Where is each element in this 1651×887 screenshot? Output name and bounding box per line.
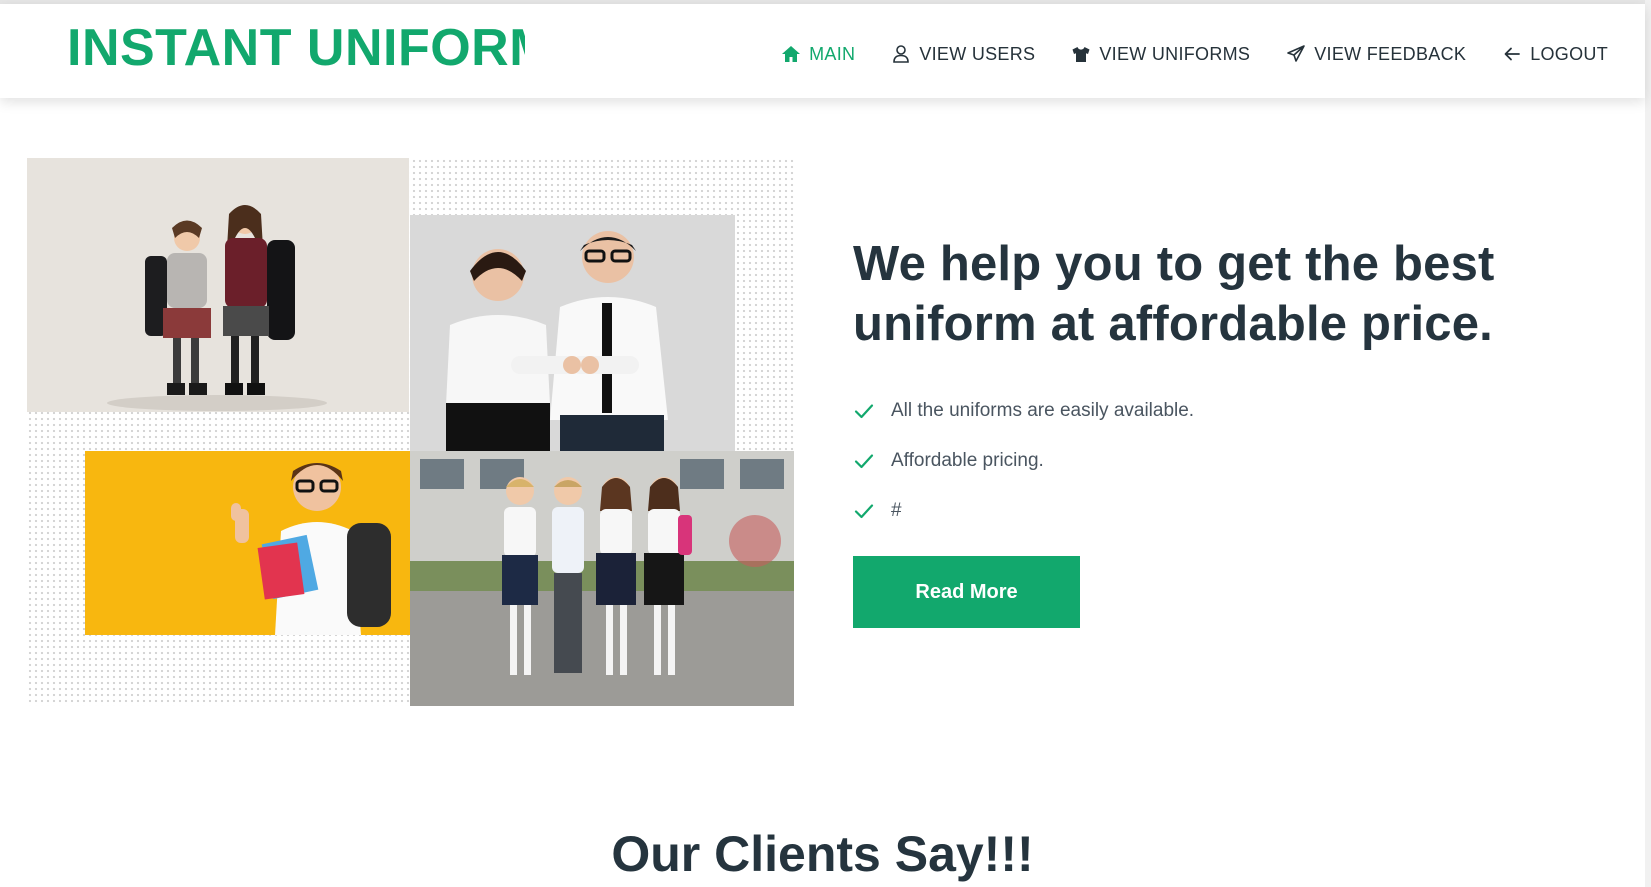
check-icon <box>853 400 875 422</box>
brand-logo[interactable]: INSTANT UNIFORM <box>67 20 525 76</box>
nav-item-view-feedback[interactable]: VIEW FEEDBACK <box>1286 40 1466 68</box>
photo-boy-with-books <box>85 451 410 635</box>
feature-text: # <box>891 500 902 521</box>
photo-two-girls-in-coats <box>27 158 409 412</box>
photo-boy-and-girl-fist-bump <box>410 215 735 451</box>
read-more-button[interactable]: Read More <box>853 556 1080 628</box>
nav-item-label: VIEW UNIFORMS <box>1099 43 1251 64</box>
home-icon <box>781 44 801 64</box>
main-menu: MAIN VIEW USERS VIEW UNIFORMS VIEW FEEDB… <box>781 40 1608 68</box>
nav-item-label: VIEW FEEDBACK <box>1314 43 1467 64</box>
feature-list: All the uniforms are easily available. A… <box>853 386 1573 536</box>
feature-text: All the uniforms are easily available. <box>891 400 1195 421</box>
navbar: INSTANT UNIFORM MAIN VIEW USERS VIEW UNI… <box>0 4 1645 98</box>
window-scroll-edge <box>1645 0 1651 887</box>
arrow-left-icon <box>1502 44 1522 64</box>
nav-item-main[interactable]: MAIN <box>781 40 855 68</box>
nav-item-label: MAIN <box>809 43 856 64</box>
clients-section-title: Our Clients Say!!! <box>611 826 1034 882</box>
tshirt-icon <box>1071 44 1091 64</box>
nav-item-view-uniforms[interactable]: VIEW UNIFORMS <box>1071 40 1250 68</box>
photo-four-kids-outside-school <box>410 451 794 706</box>
check-icon <box>853 450 875 472</box>
check-icon <box>853 500 875 522</box>
uniform-photo-collage <box>27 158 794 706</box>
paper-plane-icon <box>1286 44 1306 64</box>
feature-item: All the uniforms are easily available. <box>853 386 1573 436</box>
feature-text: Affordable pricing. <box>891 450 1044 471</box>
nav-item-label: VIEW USERS <box>919 43 1036 64</box>
hero-section: We help you to get the best uniform at a… <box>853 234 1573 628</box>
nav-item-logout[interactable]: LOGOUT <box>1502 40 1608 68</box>
nav-item-label: LOGOUT <box>1530 43 1608 64</box>
feature-item: # <box>853 486 1573 536</box>
user-icon <box>891 44 911 64</box>
hero-title: We help you to get the best uniform at a… <box>853 237 1495 351</box>
nav-item-view-users[interactable]: VIEW USERS <box>891 40 1035 68</box>
feature-item: Affordable pricing. <box>853 436 1573 486</box>
